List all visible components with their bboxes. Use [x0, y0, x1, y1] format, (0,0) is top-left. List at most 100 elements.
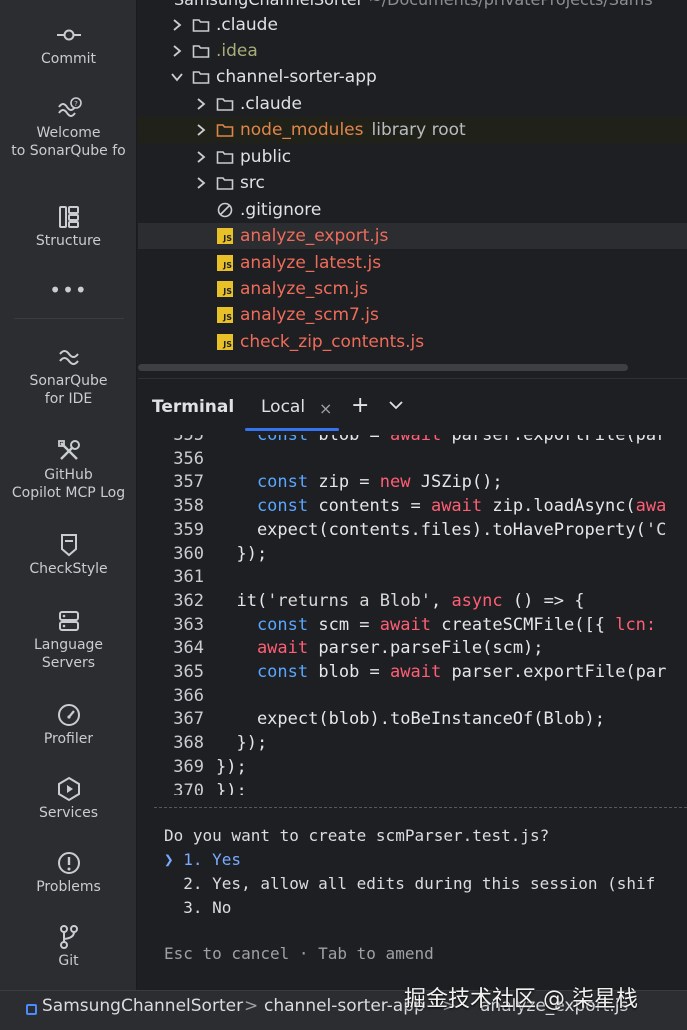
tree-item-label: check_zip_contents.js: [240, 332, 425, 352]
terminal-title: Terminal: [152, 397, 235, 417]
chevron-right-icon[interactable]: [170, 44, 184, 58]
chevron-right-icon[interactable]: [194, 176, 208, 190]
tree-root-path: ~/Documents/privateProjects/Sams: [368, 0, 652, 9]
code-text: expect(contents.files).toHaveProperty('C: [216, 518, 666, 542]
chevron-down-icon[interactable]: [170, 70, 184, 84]
prompt-question: Do you want to create scmParser.test.js?: [164, 826, 550, 845]
tree-item-analyze-export[interactable]: JS analyze_export.js: [138, 223, 687, 249]
tree-item-claude-root[interactable]: .claude: [138, 12, 687, 38]
folder-icon: [216, 96, 234, 112]
sonarqube-label-2: for IDE: [44, 391, 93, 407]
tab-local[interactable]: Local ×: [245, 393, 339, 431]
sonarqube-label-1: SonarQube: [29, 373, 108, 389]
close-tab-icon[interactable]: ×: [319, 399, 332, 418]
code-token: parser.parseFile(scm);: [318, 638, 544, 659]
code-text: const zip = new JSZip();: [216, 470, 503, 494]
new-tab-button[interactable]: +: [351, 393, 369, 418]
code-token: JSZip();: [420, 472, 503, 493]
code-token: zip.loadAsync(: [492, 496, 636, 517]
folder-icon: [192, 43, 210, 59]
chevron-down-icon[interactable]: [388, 397, 404, 413]
commit-tool-button[interactable]: Commit: [0, 20, 137, 68]
sidebar-separator: [14, 318, 124, 319]
claude-prompt: Do you want to create scmParser.test.js?…: [154, 807, 687, 963]
line-number: 357: [173, 472, 204, 493]
code-token: ,: [430, 590, 452, 611]
js-file-icon: JS: [216, 228, 234, 244]
option-yes-allow-all[interactable]: 2. Yes, allow all edits during this sess…: [164, 874, 655, 893]
js-file-icon: JS: [216, 281, 234, 297]
code-token: zip =: [318, 472, 380, 493]
code-text: });: [216, 779, 247, 796]
tree-horizontal-scrollbar[interactable]: [138, 364, 628, 371]
js-badge: JS: [217, 334, 233, 350]
tree-item-analyze-scm7[interactable]: JS analyze_scm7.js: [138, 302, 687, 328]
language-label-2: Servers: [41, 655, 96, 671]
commit-icon: [54, 20, 84, 50]
checkstyle-tool-button[interactable]: CheckStyle: [0, 530, 137, 578]
js-badge: JS: [217, 281, 233, 297]
tree-item-analyze-latest[interactable]: JS analyze_latest.js: [138, 250, 687, 276]
git-tool-button[interactable]: Git: [0, 922, 137, 970]
line-number: 358: [173, 496, 204, 517]
code-token: scm =: [318, 614, 380, 635]
code-text: });: [216, 755, 247, 779]
code-text: });: [216, 542, 267, 566]
tree-item-idea[interactable]: .idea: [138, 38, 687, 64]
tree-item-gitignore[interactable]: .gitignore: [138, 197, 687, 223]
tree-item-node-modules[interactable]: node_modules library root: [138, 117, 687, 143]
line-number: 360: [173, 543, 204, 564]
checkstyle-icon: [54, 530, 84, 560]
tree-item-label: analyze_scm7.js: [240, 305, 379, 325]
sonarqube-tool-button[interactable]: SonarQube for IDE: [0, 342, 137, 408]
profiler-tool-button[interactable]: Profiler: [0, 700, 137, 748]
breadcrumb-project[interactable]: SamsungChannelSorter: [42, 996, 243, 1016]
code-token: 'returns a Blob': [267, 590, 431, 611]
tree-item-channel-sorter-app[interactable]: channel-sorter-app: [138, 64, 687, 90]
tree-item-src[interactable]: src: [138, 170, 687, 196]
services-tool-button[interactable]: Services: [0, 774, 137, 822]
tree-item-label: node_modules: [240, 120, 364, 140]
svg-text:?: ?: [74, 100, 78, 108]
folder-icon: [192, 17, 210, 33]
problems-tool-button[interactable]: Problems: [0, 848, 137, 896]
terminal-code-output[interactable]: 355 const blob = await parser.exportFile…: [138, 435, 687, 795]
checkstyle-label: CheckStyle: [29, 561, 108, 577]
tree-item-public[interactable]: public: [138, 144, 687, 170]
more-tools-button[interactable]: •••: [0, 278, 137, 302]
structure-tool-button[interactable]: Structure: [0, 202, 137, 250]
folder-icon: [216, 122, 234, 138]
chevron-right-icon[interactable]: [194, 150, 208, 164]
tree-item-check-zip-contents[interactable]: JS check_zip_contents.js: [138, 329, 687, 355]
tab-local-label: Local: [261, 397, 306, 417]
project-icon: [26, 1004, 37, 1015]
code-token: createSCMFile([{: [441, 614, 616, 635]
chevron-right-icon[interactable]: [194, 123, 208, 137]
option-no[interactable]: 3. No: [164, 898, 231, 917]
project-tree[interactable]: SamsungChannelSorter ~/Documents/private…: [138, 0, 687, 378]
copilot-label-2: Copilot MCP Log: [11, 485, 126, 501]
ignore-file-icon: [216, 202, 234, 218]
watermark-text: 掘金技术社区 @ 柒星栈: [404, 987, 638, 1012]
services-label: Services: [38, 805, 99, 821]
option-yes[interactable]: ❯ 1. Yes: [164, 850, 241, 869]
tree-item-claude[interactable]: .claude: [138, 91, 687, 117]
profiler-label: Profiler: [43, 731, 94, 747]
language-servers-tool-button[interactable]: Language Servers: [0, 606, 137, 672]
code-text: it('returns a Blob', async () => {: [216, 589, 584, 613]
code-token: const: [216, 435, 319, 445]
code-text: await parser.parseFile(scm);: [216, 636, 544, 660]
breadcrumb-module[interactable]: channel-sorter-app: [264, 996, 425, 1016]
chevron-right-icon[interactable]: [194, 97, 208, 111]
copilot-mcp-log-tool-button[interactable]: GitHub Copilot MCP Log: [0, 436, 137, 502]
sonarqube-welcome-tool-button[interactable]: ? Welcome to SonarQube fo: [0, 94, 137, 160]
prompt-footer-hint: Esc to cancel · Tab to amend: [164, 944, 434, 963]
tree-root-row[interactable]: SamsungChannelSorter ~/Documents/private…: [174, 0, 653, 9]
code-token: awa: [635, 496, 667, 517]
code-token: blob =: [318, 435, 391, 445]
chevron-right-icon[interactable]: [170, 18, 184, 32]
welcome-label-1: Welcome: [36, 125, 101, 141]
git-branch-icon: [54, 922, 84, 952]
tree-item-label: channel-sorter-app: [216, 67, 377, 87]
tree-item-analyze-scm[interactable]: JS analyze_scm.js: [138, 276, 687, 302]
